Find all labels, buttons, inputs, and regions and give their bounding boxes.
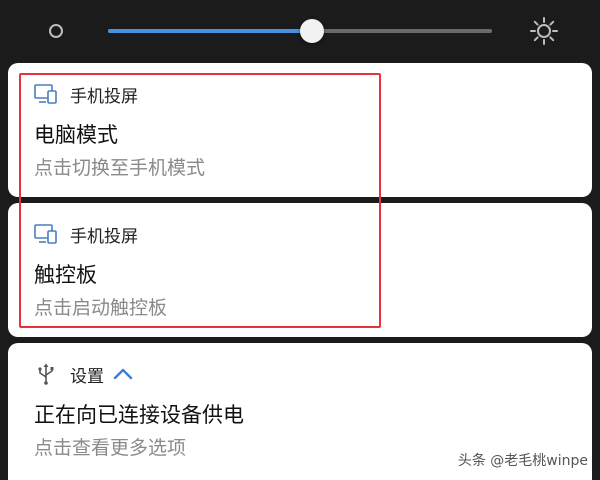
brightness-slider[interactable] xyxy=(108,19,492,43)
usb-icon xyxy=(38,363,54,385)
notification-header: 设置 xyxy=(34,361,134,387)
notification-subtitle: 点击切换至手机模式 xyxy=(34,157,206,179)
notification-card-touchpad[interactable]: 手机投屏 触控板 点击启动触控板 xyxy=(8,203,592,337)
app-name: 手机投屏 xyxy=(70,226,138,247)
notification-title: 触控板 xyxy=(34,263,97,287)
screen-cast-icon xyxy=(34,224,57,244)
notification-shade: 手机投屏 电脑模式 点击切换至手机模式 手机投屏 触控板 点击启动触控板 设置 … xyxy=(0,0,600,480)
notification-header: 手机投屏 xyxy=(34,221,138,247)
app-name: 设置 xyxy=(70,366,104,387)
screen-cast-icon xyxy=(34,84,57,104)
watermark: 头条 @老毛桃winpe xyxy=(457,453,588,469)
chevron-up-icon[interactable] xyxy=(112,367,134,381)
brightness-control xyxy=(0,0,600,62)
notification-subtitle: 点击查看更多选项 xyxy=(34,437,187,459)
brightness-high-icon xyxy=(530,17,558,45)
notification-card-computer-mode[interactable]: 手机投屏 电脑模式 点击切换至手机模式 xyxy=(8,63,592,197)
brightness-slider-fill xyxy=(108,29,312,33)
notification-header: 手机投屏 xyxy=(34,81,138,107)
notification-title: 电脑模式 xyxy=(34,123,118,147)
notification-title: 正在向已连接设备供电 xyxy=(34,403,244,427)
app-name: 手机投屏 xyxy=(70,86,138,107)
brightness-low-icon xyxy=(49,24,63,38)
notification-subtitle: 点击启动触控板 xyxy=(34,297,168,319)
brightness-slider-thumb[interactable] xyxy=(299,19,324,43)
